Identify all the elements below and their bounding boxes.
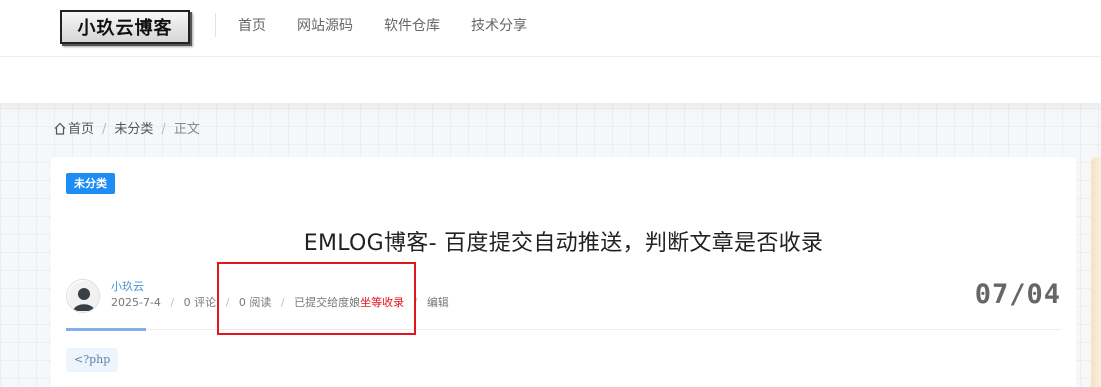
- post-date: 2025-7-4: [111, 296, 161, 309]
- author-name[interactable]: 小玖云: [111, 279, 144, 295]
- highlight-box: [217, 262, 416, 335]
- site-header: 小玖云博客 首页 网站源码 软件仓库 技术分享: [0, 0, 1101, 103]
- post-date-large: 07/04: [974, 279, 1061, 310]
- comments-count[interactable]: 0 评论: [184, 296, 217, 309]
- home-icon: [54, 122, 66, 135]
- breadcrumb-category[interactable]: 未分类: [114, 120, 153, 140]
- author-avatar[interactable]: [66, 279, 100, 313]
- breadcrumb-current: 正文: [173, 122, 200, 137]
- category-badge[interactable]: 未分类: [66, 173, 115, 194]
- breadcrumb: 首页 / 未分类 / 正文: [54, 120, 200, 140]
- main-nav: 首页 网站源码 软件仓库 技术分享: [238, 16, 558, 36]
- edit-link[interactable]: 编辑: [427, 296, 449, 309]
- nav-item-software[interactable]: 软件仓库: [384, 16, 440, 36]
- site-logo[interactable]: 小玖云博客: [60, 10, 190, 44]
- post-card: 未分类 EMLOG博客- 百度提交自动推送，判断文章是否收录 小玖云 2025-…: [51, 157, 1076, 387]
- meta-underline-accent: [66, 328, 146, 331]
- breadcrumb-separator: /: [161, 122, 166, 137]
- sidebar-card-edge: [1091, 157, 1101, 387]
- breadcrumb-separator: /: [102, 122, 107, 137]
- nav-item-home[interactable]: 首页: [238, 16, 266, 36]
- breadcrumb-home[interactable]: 首页: [68, 120, 94, 140]
- nav-item-source[interactable]: 网站源码: [297, 16, 353, 36]
- logo-divider: [215, 13, 216, 37]
- header-divider: [0, 56, 1101, 57]
- nav-item-tech[interactable]: 技术分享: [471, 16, 527, 36]
- code-language-chip: <?php: [66, 348, 119, 372]
- site-logo-text: 小玖云博客: [77, 18, 173, 39]
- meta-separator: /: [170, 296, 175, 309]
- post-title: EMLOG博客- 百度提交自动推送，判断文章是否收录: [303, 231, 824, 256]
